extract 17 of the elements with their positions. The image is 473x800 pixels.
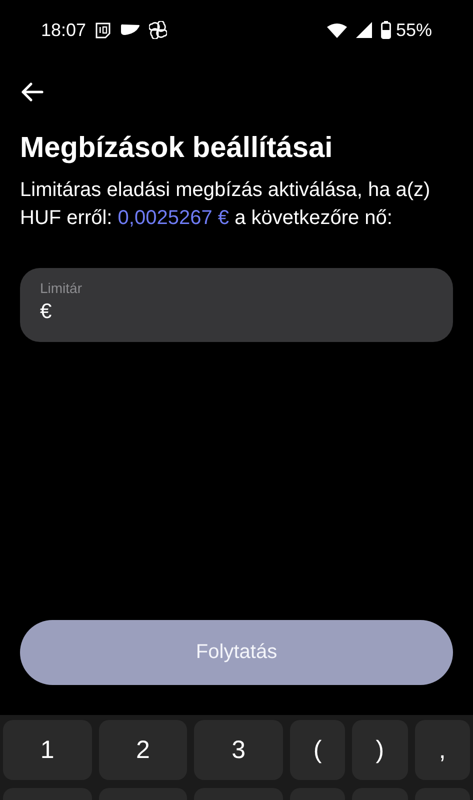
status-time: 18:07 [41, 20, 86, 40]
page-title: Megbízások beállításai [20, 131, 334, 166]
keyboard-key[interactable]: ) [352, 720, 408, 780]
keyboard-key[interactable]: , [414, 720, 470, 780]
signal-icon [356, 22, 372, 38]
keyboard-key[interactable]: 1 [3, 720, 92, 780]
keyboard-key[interactable]: 3 [194, 720, 283, 780]
calendar-icon [95, 22, 112, 38]
keyboard-key[interactable]: ( [290, 720, 346, 780]
battery-icon [380, 21, 391, 39]
keyboard-key[interactable]: 2 [98, 720, 188, 780]
wifi-icon [326, 22, 347, 38]
description-text: Limitáras eladási megbízás aktiválása, ha a(z) HUF erről: 0,0025267 € a következőre nő: [20, 178, 432, 231]
notification-icon [120, 24, 140, 36]
limit-price-field[interactable]: Limitár € [20, 268, 453, 342]
battery-percentage: 55% [396, 20, 432, 40]
back-button[interactable] [20, 82, 44, 102]
